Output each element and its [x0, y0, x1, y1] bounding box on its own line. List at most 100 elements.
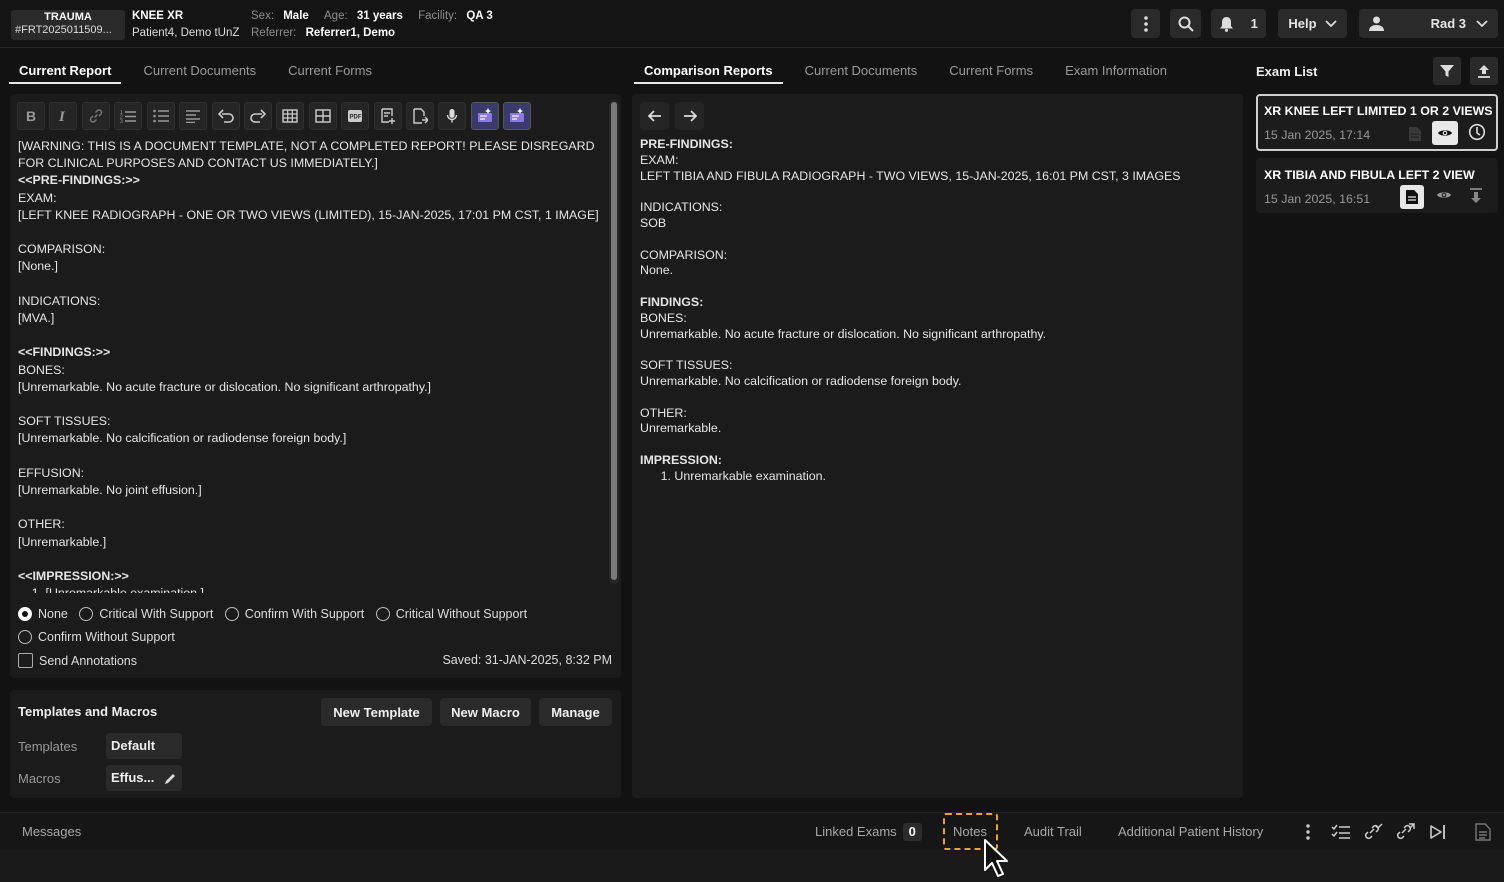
dictation-button[interactable] [438, 102, 466, 130]
additional-patient-history-tab[interactable]: Additional Patient History [1118, 813, 1263, 851]
pencil-icon[interactable] [164, 772, 177, 785]
report-text-area[interactable]: [WARNING: THIS IS A DOCUMENT TEMPLATE, N… [18, 138, 608, 593]
templates-select[interactable]: Default [106, 733, 182, 759]
linked-exams-tab[interactable]: Linked Exams 0 [815, 813, 922, 851]
tab-current-forms[interactable]: Current Forms [278, 58, 382, 84]
bullet-list-button[interactable] [147, 102, 175, 130]
radio-label: Critical Without Support [395, 607, 528, 621]
send-annotations-label: Send Annotations [39, 653, 137, 668]
document-list-icon[interactable] [1475, 823, 1491, 841]
new-template-button[interactable]: New Template [321, 698, 432, 726]
link-external-icon[interactable] [1395, 823, 1415, 841]
referrer-label: Referrer: [251, 27, 297, 39]
open-report-button[interactable] [1400, 185, 1424, 209]
tab-current-documents[interactable]: Current Documents [133, 58, 266, 84]
linked-exams-label: Linked Exams [815, 824, 897, 839]
document-export-icon [413, 108, 428, 124]
numbered-list-icon: 123 [120, 110, 136, 123]
help-label: Help [1288, 16, 1317, 31]
link-icon [89, 109, 103, 123]
checkbox-box [18, 653, 33, 668]
skip-next-icon[interactable] [1429, 824, 1447, 840]
history-icon[interactable] [1468, 123, 1486, 141]
radio-confirm-without-support[interactable]: Confirm Without Support [18, 627, 175, 647]
pdf-button[interactable]: PDF [341, 102, 369, 130]
link-button[interactable] [82, 102, 110, 130]
note-add-icon [381, 108, 395, 124]
ai-assist-button[interactable] [471, 102, 499, 130]
radio-label: Critical With Support [99, 607, 214, 621]
exam-list-item-tibia[interactable]: XR TIBIA AND FIBULA LEFT 2 VIEW 15 Jan 2… [1256, 158, 1498, 213]
more-options-button[interactable] [1131, 9, 1160, 38]
radio-critical-without-support[interactable]: Critical Without Support [375, 604, 528, 624]
facility-label: Facility: [418, 10, 458, 22]
vertical-dots-icon[interactable] [1306, 824, 1310, 840]
italic-button[interactable]: I [49, 102, 77, 130]
user-menu[interactable]: Rad 3 [1359, 9, 1498, 38]
insert-note-button[interactable] [374, 102, 402, 130]
svg-text:3: 3 [120, 119, 123, 123]
tab-current-forms[interactable]: Current Forms [939, 58, 1043, 84]
pdf-icon: PDF [348, 110, 362, 122]
ai-summary-button[interactable] [503, 102, 531, 130]
export-document-button[interactable] [406, 102, 434, 130]
radio-label: Confirm Without Support [38, 630, 175, 644]
chevron-down-icon [1324, 19, 1337, 27]
link-check-icon[interactable] [1363, 823, 1383, 841]
tab-comparison-reports[interactable]: Comparison Reports [634, 58, 783, 84]
undo-button[interactable] [212, 102, 240, 130]
align-left-icon [186, 110, 200, 123]
radio-circle [375, 607, 390, 621]
view-exam-button[interactable] [1432, 121, 1458, 145]
exam-list-item-knee[interactable]: XR KNEE LEFT LIMITED 1 OR 2 VIEWS 15 Jan… [1256, 94, 1498, 151]
align-left-button[interactable] [179, 102, 207, 130]
checklist-icon[interactable] [1331, 824, 1351, 840]
eye-icon[interactable] [1436, 190, 1452, 200]
filter-icon [1440, 65, 1454, 77]
scrollbar-thumb[interactable] [611, 102, 617, 580]
trauma-badge: TRAUMA #FRT2025011509... [11, 10, 125, 40]
bold-button[interactable]: B [17, 102, 45, 130]
radio-circle [18, 630, 32, 644]
document-icon[interactable] [1408, 126, 1422, 142]
table-icon [282, 109, 298, 123]
manage-button[interactable]: Manage [539, 698, 612, 726]
table-grid-button[interactable] [309, 102, 337, 130]
previous-report-button[interactable] [640, 102, 669, 130]
macros-select[interactable]: Effus... [106, 765, 182, 791]
ai-sparkle-icon [510, 108, 524, 122]
report-scrollbar[interactable] [609, 100, 619, 584]
upload-button[interactable] [1470, 57, 1498, 85]
macros-value: Effus... [111, 770, 155, 785]
exam-list-title: Exam List [1256, 64, 1318, 79]
redo-button[interactable] [244, 102, 272, 130]
tab-current-report[interactable]: Current Report [9, 58, 122, 84]
user-icon [1369, 16, 1384, 31]
radio-confirm-with-support[interactable]: Confirm With Support [224, 604, 364, 624]
notifications-button[interactable]: 1 [1211, 9, 1266, 38]
messages-tab[interactable]: Messages [22, 813, 81, 851]
user-name: Rad 3 [1430, 16, 1466, 31]
tab-current-documents[interactable]: Current Documents [795, 58, 928, 84]
radio-none[interactable]: None [18, 604, 68, 624]
arrow-right-icon [683, 110, 697, 122]
search-button[interactable] [1170, 9, 1201, 38]
notes-tab[interactable]: Notes [953, 813, 987, 851]
send-annotations-checkbox[interactable]: Send Annotations [18, 653, 137, 668]
ai-sparkle-icon [478, 108, 492, 122]
help-dropdown[interactable]: Help [1278, 9, 1347, 38]
tab-exam-information[interactable]: Exam Information [1055, 58, 1177, 84]
facility-value: QA 3 [466, 10, 493, 22]
numbered-list-button[interactable]: 123 [114, 102, 142, 130]
microphone-icon [446, 109, 458, 123]
insert-table-button[interactable] [276, 102, 304, 130]
sex-label: Sex: [251, 10, 275, 22]
next-report-button[interactable] [675, 102, 704, 130]
download-icon[interactable] [1469, 188, 1483, 204]
filter-button[interactable] [1433, 57, 1461, 85]
radio-critical-with-support[interactable]: Critical With Support [79, 604, 213, 624]
audit-trail-tab[interactable]: Audit Trail [1024, 813, 1082, 851]
header-bar: TRAUMA #FRT2025011509... KNEE XR Patient… [0, 0, 1504, 48]
new-macro-button[interactable]: New Macro [440, 698, 531, 726]
svg-text:PDF: PDF [350, 115, 362, 121]
